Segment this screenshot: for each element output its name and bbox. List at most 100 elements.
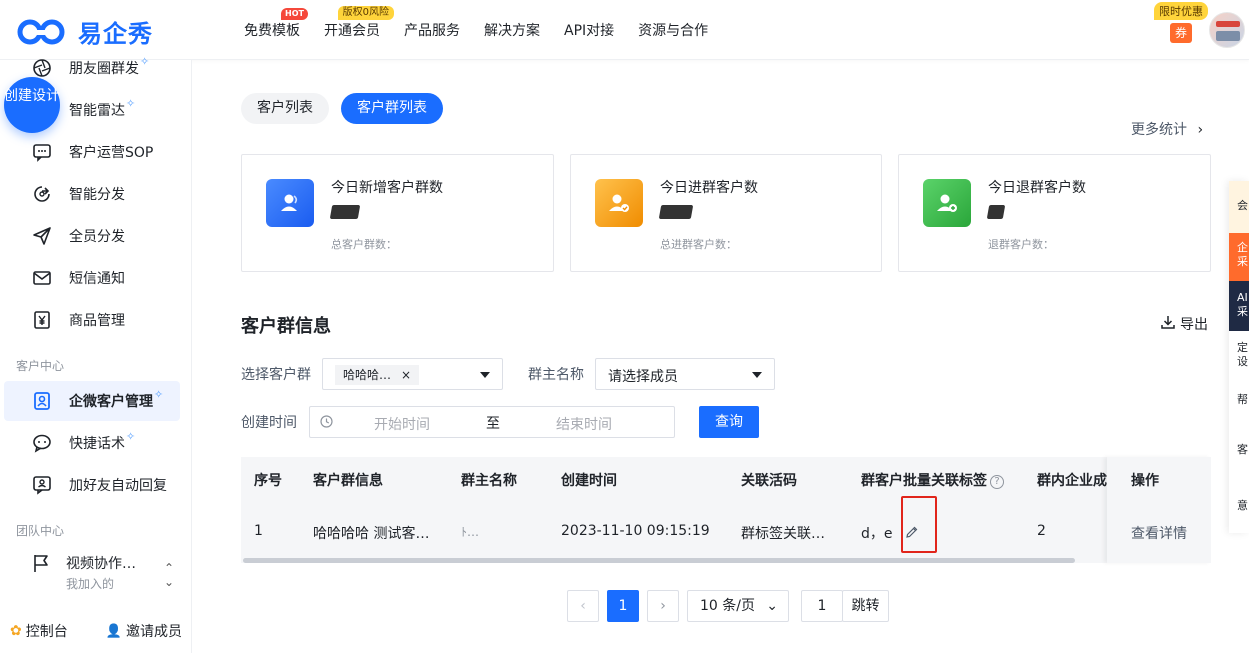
stat-title: 今日退群客户数 — [988, 180, 1086, 196]
nav-api[interactable]: API对接 — [552, 20, 626, 40]
add-user-icon: 👤 — [105, 623, 122, 639]
float-item-ai[interactable]: AI采 — [1229, 281, 1249, 331]
float-item-service[interactable]: 客 — [1229, 443, 1249, 457]
section-title: 客户群信息 — [241, 316, 331, 337]
sidebar-item-wecom-customers[interactable]: 企微客户管理 ✧ — [4, 381, 180, 421]
nav-products[interactable]: 产品服务 — [392, 20, 472, 40]
page-1-button[interactable]: 1 — [607, 590, 639, 622]
cell-tags: d，e — [861, 526, 893, 542]
sidebar-item-smart-dist[interactable]: 智能分发 — [0, 174, 192, 214]
sidebar-item-all-dist[interactable]: 全员分发 — [0, 216, 192, 256]
sidebar-item-label: 短信通知 — [69, 271, 125, 287]
horizontal-scrollbar[interactable] — [243, 558, 1075, 563]
query-button[interactable]: 查询 — [699, 406, 759, 438]
sidebar-item-auto-reply[interactable]: 加好友自动回复 — [0, 465, 192, 505]
auto-reply-icon — [32, 475, 52, 495]
user-check-icon — [595, 179, 643, 227]
table-row: 1 哈哈哈哈 测试客… ﾄ… 2023-11-10 09:15:19 群标签关联… — [241, 501, 1211, 563]
chevron-right-icon: › — [1197, 122, 1204, 138]
download-icon — [1160, 314, 1176, 334]
user-plus-icon — [923, 179, 971, 227]
sidebar-item-sop[interactable]: 客户运营SOP — [0, 132, 192, 172]
cell-owner: ﾄ… — [461, 525, 480, 539]
stat-card-joined: 今日进群客户数 总进群客户数： — [570, 154, 882, 272]
promo-coupon-entry[interactable]: 限时优惠 券 — [1154, 2, 1208, 43]
nav-solutions[interactable]: 解决方案 — [472, 20, 552, 40]
table-header: 序号 客户群信息 群主名称 创建时间 关联活码 群客户批量关联标签? 群内企业成 — [241, 457, 1211, 501]
more-stats-link[interactable]: 更多统计 › — [1131, 119, 1203, 139]
float-item-help[interactable]: 帮 — [1229, 393, 1249, 407]
sidebar-item-label: 智能雷达 — [69, 103, 125, 119]
end-date-input[interactable]: 结束时间 — [556, 414, 612, 434]
help-icon[interactable]: ? — [990, 475, 1004, 489]
page-size-label: 10 条/页 — [700, 598, 755, 614]
tab-customer-list[interactable]: 客户列表 — [241, 93, 329, 124]
jump-page-input[interactable]: 1 — [801, 590, 843, 622]
col-code: 关联活码 — [741, 473, 797, 489]
tab-group-list[interactable]: 客户群列表 — [341, 93, 443, 124]
col-created: 创建时间 — [561, 473, 617, 489]
console-link[interactable]: ✿ 控制台 — [10, 621, 68, 641]
float-item-feedback[interactable]: 意 — [1229, 499, 1249, 513]
sidebar-bottom-links: ✿ 控制台 👤 邀请成员 — [0, 621, 192, 641]
nav-free-templates[interactable]: 免费模板 HOT — [232, 8, 312, 40]
flag-icon — [32, 553, 50, 577]
sidebar-item-label: 加好友自动回复 — [69, 478, 167, 494]
sidebar-item-quick-replies[interactable]: 快捷话术 ✧ — [0, 423, 192, 463]
brand-name: 易企秀 — [78, 20, 153, 48]
nav-resources[interactable]: 资源与合作 — [626, 20, 720, 40]
start-date-input[interactable]: 开始时间 — [374, 414, 430, 434]
aperture-icon — [32, 58, 52, 78]
nav-label: API对接 — [564, 23, 615, 39]
team-name: 视频协作… — [66, 556, 136, 572]
caret-down-icon — [752, 372, 762, 378]
main-nav: 免费模板 HOT 开通会员 版权0风险 产品服务 解决方案 API对接 资源与合… — [232, 0, 720, 60]
col-group-info: 客户群信息 — [313, 473, 383, 489]
group-select[interactable]: 哈哈哈… × — [322, 358, 503, 390]
owner-select[interactable]: 请选择成员 — [595, 358, 775, 390]
stat-sub: 退群客户数： — [988, 238, 1054, 251]
gear-icon: ✿ — [10, 623, 22, 639]
create-design-button[interactable]: 创建设计 — [4, 77, 60, 133]
yen-icon — [32, 310, 52, 330]
col-members: 群内企业成 — [1037, 473, 1107, 489]
col-owner: 群主名称 — [461, 473, 517, 489]
user-avatar[interactable] — [1209, 12, 1245, 48]
sidebar-item-goods[interactable]: 商品管理 — [0, 300, 192, 340]
copyright-badge: 版权0风险 — [337, 6, 394, 20]
filter-label-time: 创建时间 — [241, 415, 297, 431]
more-stats-label: 更多统计 — [1131, 122, 1187, 138]
action-column: 操作 查看详情 — [1107, 457, 1211, 563]
filter-label-group: 选择客户群 — [241, 367, 311, 383]
date-range-picker[interactable]: 开始时间 至 结束时间 — [309, 406, 675, 438]
col-tags: 群客户批量关联标签? — [861, 470, 1004, 490]
view-details-link[interactable]: 查看详情 — [1131, 523, 1187, 543]
page-size-select[interactable]: 10 条/页 ⌄ — [687, 590, 789, 622]
sidebar-item-sms[interactable]: 短信通知 — [0, 258, 192, 298]
owner-placeholder: 请选择成员 — [608, 369, 678, 385]
export-button[interactable]: 导出 — [1160, 314, 1208, 334]
sparkle-icon: ✧ — [140, 54, 150, 68]
col-index: 序号 — [254, 473, 282, 489]
console-label: 控制台 — [25, 624, 68, 640]
promo-label: 限时优惠 — [1154, 2, 1208, 20]
coupon-icon: 券 — [1170, 23, 1192, 43]
nav-membership[interactable]: 开通会员 版权0风险 — [312, 6, 394, 40]
float-item-member[interactable]: 会 — [1229, 181, 1249, 233]
col-action: 操作 — [1131, 473, 1159, 489]
next-page-button[interactable]: › — [647, 590, 679, 622]
jump-button[interactable]: 跳转 — [842, 590, 889, 622]
mail-icon — [32, 268, 52, 288]
cell-created: 2023-11-10 09:15:19 — [561, 523, 710, 539]
logo[interactable]: 易企秀 — [16, 14, 153, 49]
logo-icon — [17, 19, 65, 44]
invite-link[interactable]: 👤 邀请成员 — [106, 621, 182, 641]
close-icon[interactable]: × — [401, 365, 411, 385]
team-switcher[interactable]: 视频协作… 我加入的 ⌃ ⌄ — [32, 553, 182, 592]
nav-label: 解决方案 — [484, 23, 540, 39]
float-item-custom[interactable]: 定设 — [1229, 341, 1249, 369]
cell-code: 群标签关联… — [741, 526, 825, 542]
nav-label: 产品服务 — [404, 23, 460, 39]
float-item-enterprise[interactable]: 企采 — [1229, 233, 1249, 281]
prev-page-button[interactable]: ‹ — [567, 590, 599, 622]
